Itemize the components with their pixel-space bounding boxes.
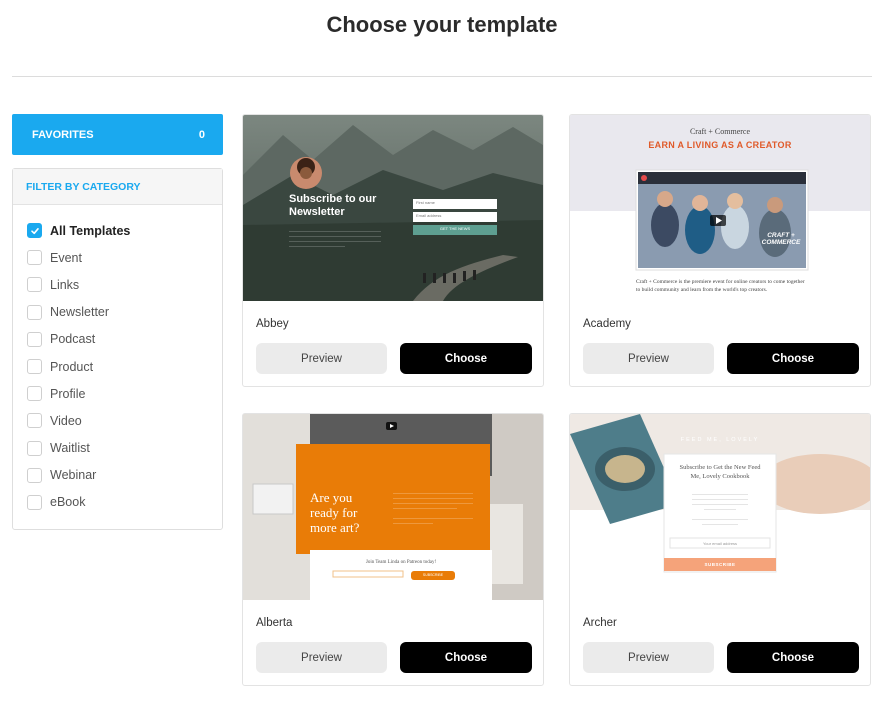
- academy-thumbnail[interactable]: Craft + Commerce EARN A LIVING AS A CREA…: [570, 115, 870, 301]
- choose-button-archer[interactable]: Choose: [727, 642, 859, 673]
- header-divider: [12, 76, 872, 77]
- category-checkbox[interactable]: [27, 331, 42, 347]
- template-name: Alberta: [256, 617, 293, 629]
- category-item-product[interactable]: Product: [13, 353, 222, 380]
- archer-cta: SUBSCRIBE: [704, 562, 736, 567]
- category-checkbox[interactable]: [27, 277, 42, 293]
- archer-email-input: Your email address: [702, 541, 738, 546]
- alberta-heading: Are you ready for more art?: [310, 490, 360, 535]
- category-label: Video: [50, 413, 82, 428]
- archer-thumbnail[interactable]: FEED ME, LOVELY Subscribe to Get the New…: [570, 414, 870, 600]
- category-item-links[interactable]: Links: [13, 271, 222, 298]
- academy-headline: EARN A LIVING AS A CREATOR: [648, 140, 792, 150]
- abbey-thumbnail[interactable]: Subscribe to our Newsletter ————————————…: [243, 115, 543, 301]
- category-label: Links: [50, 277, 80, 292]
- archer-heading: Subscribe to Get the New Feed Me, Lovely…: [679, 464, 761, 480]
- favorites-button[interactable]: FAVORITES 0: [12, 114, 223, 155]
- category-label: Webinar: [50, 468, 97, 483]
- category-label: Podcast: [50, 332, 96, 347]
- category-checkbox[interactable]: [27, 440, 42, 456]
- template-name: Academy: [583, 318, 631, 330]
- academy-caption: Craft + Commerce is the premiere event f…: [636, 279, 805, 293]
- category-item-waitlist[interactable]: Waitlist: [13, 435, 222, 462]
- category-checkbox[interactable]: [27, 386, 42, 402]
- choose-button-abbey[interactable]: Choose: [400, 343, 532, 374]
- abbey-field-email: Email address: [416, 213, 442, 218]
- category-item-all-templates[interactable]: All Templates: [13, 217, 222, 244]
- template-card-alberta[interactable]: Are you ready for more art? ————————————…: [242, 413, 544, 686]
- category-checkbox[interactable]: [27, 359, 42, 375]
- abbey-field-first: First name: [416, 200, 435, 205]
- category-label: Newsletter: [50, 305, 110, 320]
- academy-brand: Craft + Commerce: [689, 127, 751, 136]
- template-name: Archer: [583, 617, 617, 629]
- preview-button-abbey[interactable]: Preview: [256, 343, 387, 374]
- category-label: Profile: [50, 386, 86, 401]
- checkmark-icon: [30, 227, 39, 234]
- category-checkbox[interactable]: [27, 494, 42, 510]
- archer-brand: FEED ME, LOVELY: [680, 437, 760, 443]
- category-item-ebook[interactable]: eBook: [13, 489, 222, 516]
- favorites-label: FAVORITES: [32, 128, 94, 141]
- template-name: Abbey: [256, 318, 289, 330]
- abbey-cta: GET THE NEWS: [439, 226, 471, 231]
- filter-title: FILTER BY CATEGORY: [13, 169, 222, 205]
- category-label: Product: [50, 359, 94, 374]
- favorites-count: 0: [198, 128, 205, 141]
- category-item-podcast[interactable]: Podcast: [13, 326, 222, 353]
- category-item-event[interactable]: Event: [13, 244, 222, 271]
- category-checkbox[interactable]: [27, 413, 42, 429]
- template-card-academy[interactable]: Craft + Commerce EARN A LIVING AS A CREA…: [569, 114, 871, 387]
- category-label: Waitlist: [50, 441, 90, 456]
- category-checkbox[interactable]: [27, 223, 42, 239]
- category-item-video[interactable]: Video: [13, 407, 222, 434]
- abbey-heading: Subscribe to our Newsletter: [289, 193, 377, 218]
- category-item-newsletter[interactable]: Newsletter: [13, 299, 222, 326]
- abbey-body-lines: ——————————————————————— —————————————————…: [289, 228, 381, 248]
- category-label: All Templates: [50, 223, 131, 238]
- category-checkbox[interactable]: [27, 304, 42, 320]
- choose-button-alberta[interactable]: Choose: [400, 642, 532, 673]
- page-title: Choose your template: [326, 12, 558, 37]
- archer-body-lines: —————————————— —————————————— ————————————…: [692, 491, 748, 526]
- alberta-join-text: Join Team Linda on Patreon today!: [365, 560, 437, 565]
- alberta-body-lines: ———————————————————— ————————————————————…: [393, 490, 473, 525]
- category-item-webinar[interactable]: Webinar: [13, 462, 222, 489]
- alberta-cta: SUBSCRIBE: [422, 572, 444, 577]
- category-item-profile[interactable]: Profile: [13, 380, 222, 407]
- template-card-abbey[interactable]: Subscribe to our Newsletter ————————————…: [242, 114, 544, 387]
- choose-button-academy[interactable]: Choose: [727, 343, 859, 374]
- category-label: Event: [50, 250, 82, 265]
- academy-video-badge: CRAFT + COMMERCE: [761, 232, 801, 246]
- preview-button-academy[interactable]: Preview: [583, 343, 714, 374]
- preview-button-alberta[interactable]: Preview: [256, 642, 387, 673]
- alberta-thumbnail[interactable]: Are you ready for more art? ————————————…: [243, 414, 543, 600]
- category-filter-panel: FILTER BY CATEGORY All Templates Event Lin…: [12, 168, 223, 530]
- category-list: All Templates Event Links Newsletter Podcast…: [13, 205, 222, 516]
- preview-button-archer[interactable]: Preview: [583, 642, 714, 673]
- category-checkbox[interactable]: [27, 467, 42, 483]
- category-label: eBook: [50, 495, 86, 510]
- template-card-archer[interactable]: FEED ME, LOVELY Subscribe to Get the New…: [569, 413, 871, 686]
- category-checkbox[interactable]: [27, 250, 42, 266]
